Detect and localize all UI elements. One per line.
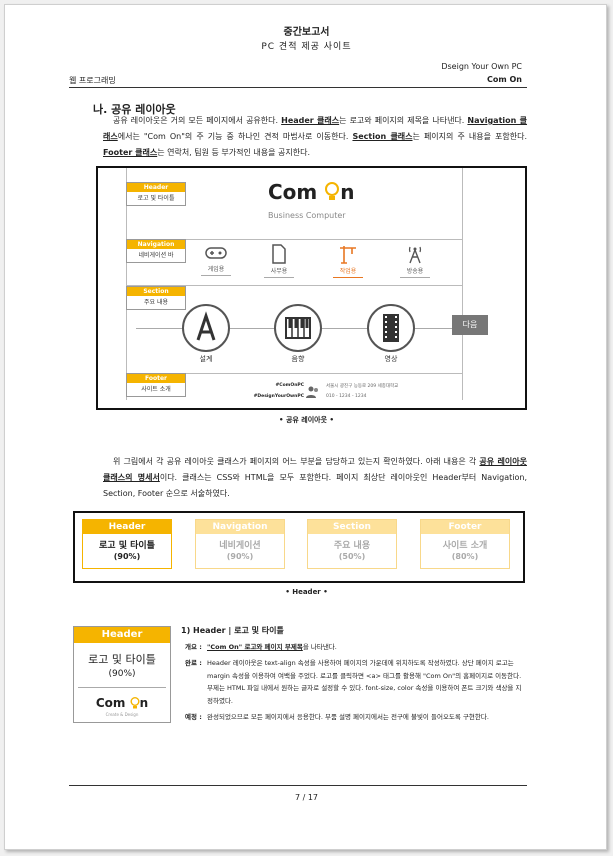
footer-divider	[69, 785, 527, 786]
team-icon	[306, 383, 320, 402]
footer-tag-2: #DesignYourOwnPC	[253, 394, 304, 399]
broadcast-tower-icon	[408, 246, 422, 264]
document-icon	[272, 244, 286, 264]
label-header: Header 로고 및 타이틀	[126, 182, 186, 206]
nav-item-office[interactable]: 사무용	[261, 244, 297, 278]
header-detail-card: Header 로고 및 타이틀 (90%) Com n Create & Des…	[73, 626, 171, 723]
footer-phone: 010 - 1234 - 1234	[326, 394, 367, 399]
card-footer: Footer 사이트 소개 (80%)	[420, 519, 510, 569]
nav-item-game[interactable]: 게임용	[198, 244, 234, 276]
card-logo: Com n Create & Design	[95, 696, 149, 717]
detail-heading: 1) Header | 로고 및 타이틀	[181, 626, 284, 635]
section-item-design: 설계	[199, 355, 213, 363]
nav-item-work[interactable]: 작업용	[330, 244, 366, 278]
bulb-icon	[324, 182, 340, 202]
design-a-icon	[196, 311, 216, 341]
page-number: 7 / 17	[294, 793, 319, 802]
gamepad-icon	[205, 247, 227, 259]
detail-row-done: 완료 : Header 레이아웃은 text-align 속성을 사용하여 페이지…	[185, 659, 522, 705]
site-logo[interactable]: Com n	[268, 180, 354, 204]
label-navigation: Navigation 네비게이션 바	[126, 239, 186, 263]
diagram-right-line	[462, 168, 463, 400]
card-section: Section 주요 내용 (50%)	[307, 519, 397, 569]
layout-diagram: Header 로고 및 타이틀 Navigation 네비게이션 바 Section…	[96, 166, 527, 410]
crane-icon	[340, 246, 356, 264]
detail-row-planned: 예정 : 완성되었으므로 모든 페이지에서 응용한다. 부품 설명 페이지에서는 …	[185, 713, 489, 721]
video-circle[interactable]	[367, 304, 415, 352]
audio-circle[interactable]	[274, 304, 322, 352]
report-subtitle: PC 견적 제공 사이트	[261, 42, 352, 52]
bulb-icon	[130, 697, 140, 709]
label-footer: Footer 사이트 소개	[126, 373, 186, 397]
header-divider	[69, 87, 527, 88]
label-section: Section 주요 내용	[126, 286, 186, 310]
section-item-video: 영상	[384, 355, 398, 363]
footer-address: 서울시 광진구 능동로 209 세종대학교	[326, 384, 399, 389]
document-page: 중간보고서 PC 견적 제공 사이트 Dseign Your Own PC Co…	[4, 4, 607, 850]
section-item-audio: 음향	[291, 355, 305, 363]
card-navigation: Navigation 네비게이션 (90%)	[195, 519, 285, 569]
header-right-top: Dseign Your Own PC	[441, 62, 522, 71]
footer-tag-1: #ComOnPC	[275, 383, 304, 388]
next-button[interactable]: 다음	[452, 315, 488, 335]
diagram-caption: • 공유 레이아웃 •	[279, 416, 334, 424]
nav-item-broadcast[interactable]: 방송용	[397, 244, 433, 278]
header-right-bottom: Com On	[487, 75, 522, 84]
design-circle[interactable]	[182, 304, 230, 352]
piano-keys-icon	[285, 317, 311, 339]
film-strip-icon	[383, 314, 399, 342]
logo-subtitle: Business Computer	[268, 211, 346, 220]
paragraph-summary: 위 그림에서 각 공유 레이아웃 클래스가 페이지의 어느 부분을 담당하고 있…	[103, 457, 527, 498]
card-header: Header 로고 및 타이틀 (90%)	[82, 519, 172, 569]
cards-caption: • Header •	[285, 588, 328, 596]
detail-row-overview: 개요 : "Com On" 로고와 페이지 부제목을 나타낸다.	[185, 643, 337, 651]
paragraph-intro: 공유 레이아웃은 거의 모든 페이지에서 공유한다. Header 클래스는 로…	[103, 116, 528, 157]
header-left-text: 웹 프로그래밍	[69, 76, 116, 85]
report-title: 중간보고서	[283, 27, 330, 38]
